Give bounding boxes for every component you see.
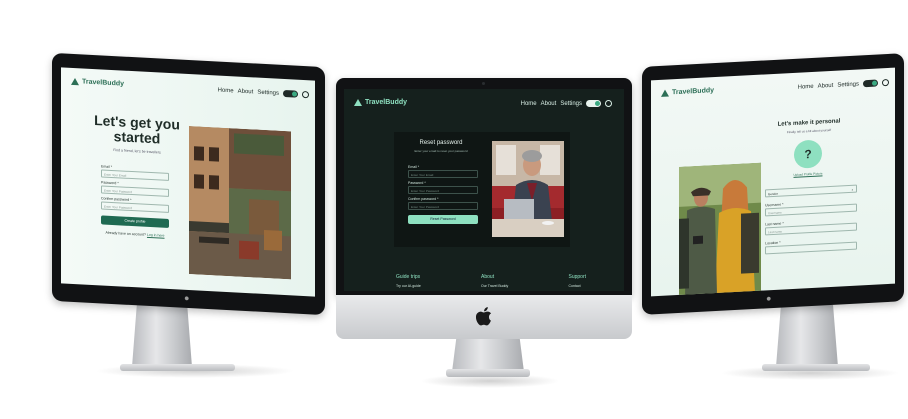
main-nav: Home About Settings (218, 87, 309, 99)
tent-icon (71, 78, 79, 85)
left-monitor-base (120, 364, 235, 371)
footer-col-about: About Our Travel Buddy (481, 274, 508, 288)
left-monitor-stand (132, 305, 192, 367)
theme-toggle[interactable] (586, 100, 601, 107)
user-icon[interactable] (302, 90, 309, 99)
brand-name: TravelBuddy (672, 87, 715, 97)
reset-card: Reset password Enter your email to reset… (394, 132, 570, 247)
footer-link[interactable]: Contact (568, 284, 586, 288)
street-photo (189, 126, 291, 280)
nav-about[interactable]: About (238, 88, 254, 95)
confirm-password-label: Confirm password * (408, 197, 439, 201)
main-nav: Home About Settings (521, 100, 612, 107)
footer-heading: Support (568, 274, 586, 280)
tent-icon (354, 99, 362, 106)
brand-logo[interactable]: TravelBuddy (661, 87, 714, 97)
theme-toggle[interactable] (863, 79, 878, 88)
street-photo-image (189, 126, 291, 280)
laptop-photo-image (492, 141, 564, 237)
signup-form: Email * Enter Your Email Password * Ente… (101, 161, 169, 238)
brand-name: TravelBuddy (82, 78, 125, 88)
reset-heading: Reset password Enter your email to reset… (406, 140, 476, 153)
footer-heading: About (481, 274, 495, 280)
reset-password-button[interactable]: Reset Password (408, 215, 478, 224)
apple-logo-icon: ● (184, 292, 190, 304)
right-screen: TravelBuddy Home About Settings Let's ma… (651, 67, 895, 297)
nav-settings[interactable]: Settings (257, 89, 279, 96)
avatar-placeholder[interactable]: ? (794, 139, 822, 169)
gender-select[interactable]: Gender › (765, 184, 857, 198)
nav-settings[interactable]: Settings (560, 101, 582, 107)
user-icon[interactable] (605, 100, 612, 107)
main-nav: Home About Settings (798, 78, 889, 91)
center-monitor-bezel: TravelBuddy Home About Settings Reset pa… (336, 78, 632, 295)
footer-col-guide: Guide trips Try our AI-guide (396, 274, 421, 288)
user-icon[interactable] (882, 78, 889, 87)
confirm-password-field[interactable]: Enter Your Password (408, 202, 478, 210)
brand-logo[interactable]: TravelBuddy (71, 78, 125, 88)
left-monitor-bezel: TravelBuddy Home About Settings Let's ge… (52, 52, 325, 316)
apple-logo-icon (476, 307, 492, 326)
center-screen: TravelBuddy Home About Settings Reset pa… (344, 89, 624, 291)
apple-logo-icon: ● (766, 293, 772, 304)
nav-settings[interactable]: Settings (837, 81, 859, 88)
chevron-right-icon: › (851, 186, 853, 192)
password-label: Password * (408, 181, 426, 185)
left-screen: TravelBuddy Home About Settings Let's ge… (61, 67, 315, 297)
footer-link[interactable]: Try our AI-guide (396, 284, 421, 288)
nav-about[interactable]: About (541, 101, 557, 107)
nav-home[interactable]: Home (521, 101, 537, 107)
signup-heading: Let's get you started Find a friend, let… (89, 112, 185, 156)
site-footer: Guide trips Try our AI-guide About Our T… (396, 274, 586, 288)
login-link[interactable]: Log in here (147, 233, 165, 238)
center-monitor-chin (336, 295, 632, 339)
brand-logo[interactable]: TravelBuddy (354, 99, 407, 106)
right-monitor-bezel: TravelBuddy Home About Settings Let's ma… (642, 53, 904, 315)
travellers-photo-image (679, 162, 761, 297)
laptop-photo (492, 141, 564, 237)
profile-subtitle: Finally, tell us a bit about yourself (786, 127, 832, 135)
travellers-photo (679, 162, 761, 297)
reset-subtitle: Enter your email to reset your password (414, 149, 468, 153)
toggle-knob (872, 80, 877, 86)
login-prompt: Already have an account? Log in here (101, 230, 169, 238)
reset-title: Reset password (419, 140, 463, 146)
theme-toggle[interactable] (283, 89, 298, 98)
center-monitor-stand (452, 338, 524, 372)
footer-heading: Guide trips (396, 274, 421, 280)
gender-select-label: Gender (768, 191, 779, 197)
upload-picture-link[interactable]: Upload Profile Picture (779, 171, 837, 178)
nav-about[interactable]: About (818, 82, 834, 89)
toggle-knob (595, 101, 600, 106)
signup-subtitle: Find a friend, let's be travellers (113, 148, 161, 155)
footer-col-support: Support Contact (568, 274, 586, 288)
reset-form: Email * Enter Your Email Password * Ente… (408, 162, 478, 224)
nav-home[interactable]: Home (798, 83, 814, 90)
center-monitor-base (446, 369, 530, 377)
email-field[interactable]: Enter Your Email (408, 170, 478, 178)
password-field[interactable]: Enter Your Password (408, 186, 478, 194)
toggle-knob (292, 91, 297, 97)
brand-name: TravelBuddy (365, 99, 408, 106)
email-label: Email * (408, 165, 420, 169)
profile-heading: Let's make it personal Finally, tell us … (761, 118, 857, 136)
camera-dot (482, 82, 485, 85)
create-profile-button[interactable]: Create profile (101, 215, 169, 228)
right-monitor-base (762, 364, 870, 371)
right-monitor-stand (776, 305, 838, 367)
profile-form: Gender › Username * Username Last name *… (765, 184, 857, 255)
nav-home[interactable]: Home (218, 87, 234, 94)
tent-icon (661, 89, 669, 96)
footer-link[interactable]: Our Travel Buddy (481, 284, 508, 288)
login-prompt-text: Already have an account? (105, 230, 146, 237)
